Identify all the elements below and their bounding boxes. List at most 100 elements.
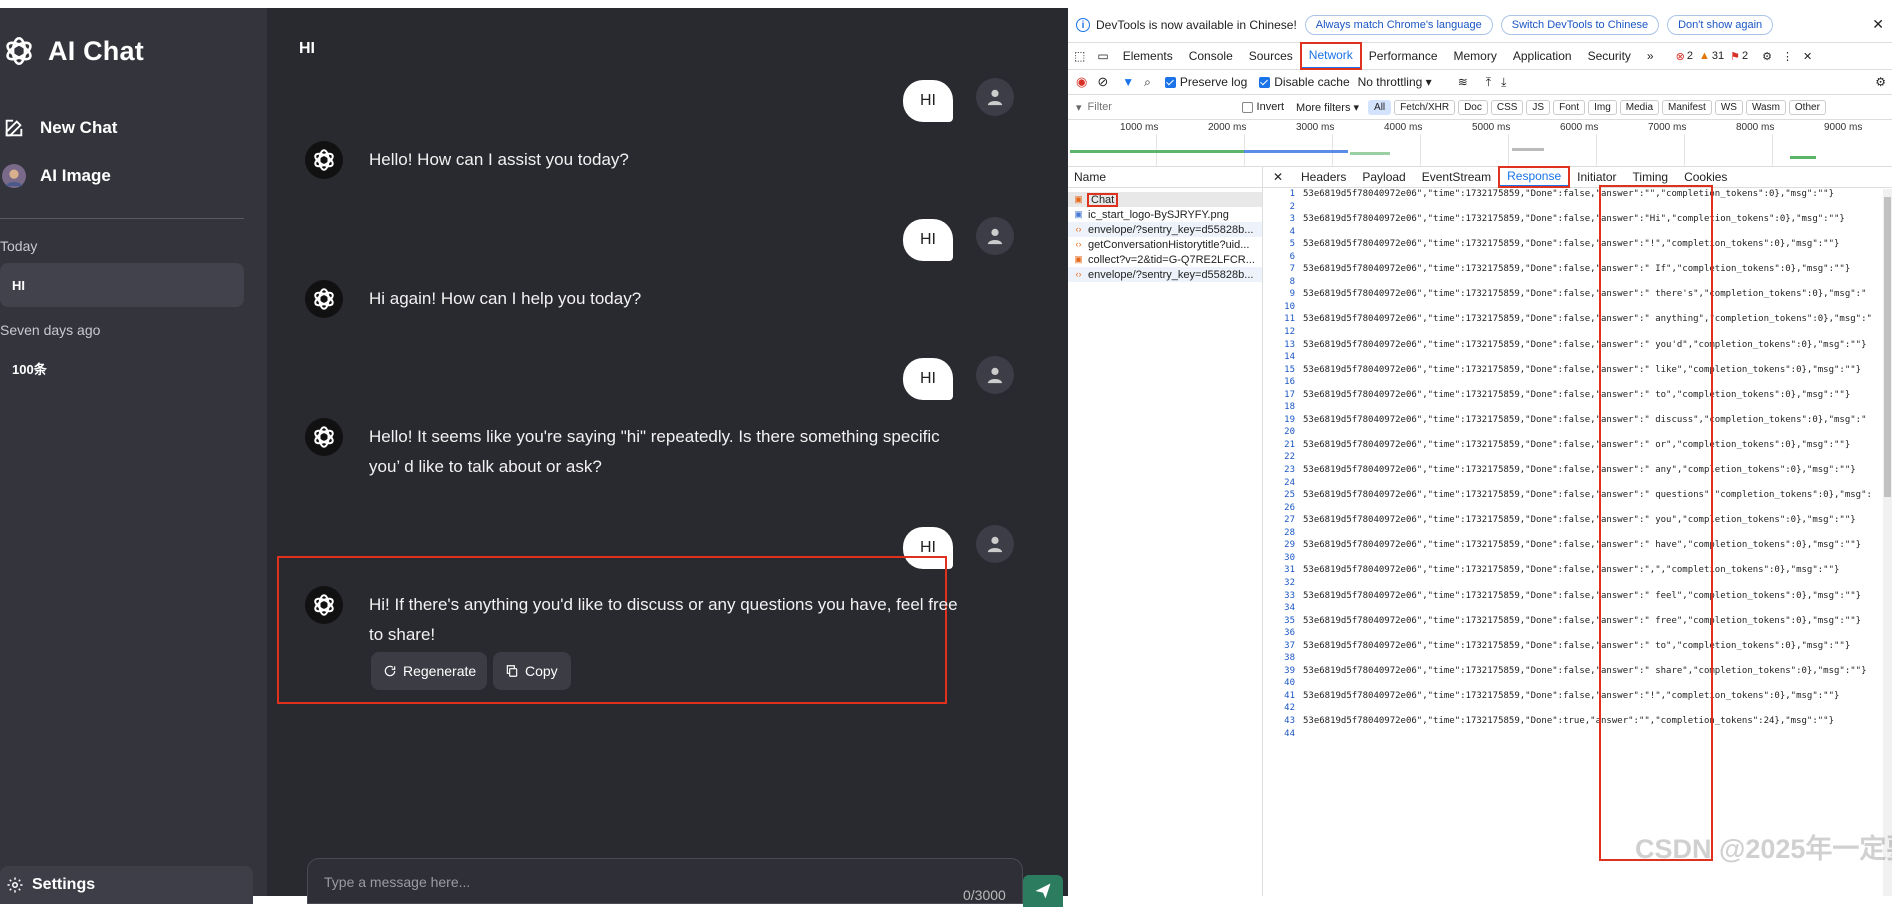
upload-icon[interactable]: ⤒	[1486, 75, 1491, 90]
copy-label: Copy	[525, 663, 558, 679]
close-devtools-icon[interactable]: ✕	[1803, 50, 1812, 63]
bot-avatar-icon	[305, 141, 343, 179]
issue-count: 2	[1741, 50, 1749, 62]
code-line: 32	[1263, 578, 1878, 591]
filter-font[interactable]: Font	[1553, 99, 1586, 115]
history-item-hi[interactable]: HI	[0, 263, 244, 307]
filter-funnel-icon[interactable]: ▼	[1122, 75, 1134, 89]
tab-security[interactable]: Security	[1580, 43, 1639, 69]
filter-css[interactable]: CSS	[1490, 99, 1524, 115]
filter-manifest[interactable]: Manifest	[1662, 99, 1712, 115]
tab-memory[interactable]: Memory	[1446, 43, 1505, 69]
scrollbar-thumb[interactable]	[1884, 197, 1891, 497]
line-text: 53e6819d5f78040972e06","time":1732175859…	[1303, 289, 1867, 300]
tab-initiator[interactable]: Initiator	[1569, 167, 1624, 187]
line-number: 36	[1284, 628, 1295, 639]
code-line: 39 53e6819d5f78040972e06","time":17321758…	[1263, 666, 1878, 679]
line-number: 31	[1284, 565, 1295, 576]
regenerate-button[interactable]: Regenerate	[371, 652, 487, 690]
tab-sources[interactable]: Sources	[1241, 43, 1301, 69]
kebab-menu-icon[interactable]: ⋮	[1782, 50, 1793, 63]
line-number: 32	[1284, 577, 1295, 588]
settings-button[interactable]: Settings	[0, 866, 253, 904]
filter-ws[interactable]: WS	[1714, 99, 1743, 115]
filter-fetch-xhr[interactable]: Fetch/XHR	[1394, 99, 1456, 115]
tab-response[interactable]: Response	[1498, 166, 1571, 188]
more-filters-dropdown[interactable]: More filters ▾	[1296, 101, 1359, 114]
search-icon[interactable]: ⌕	[1144, 75, 1151, 90]
message-input[interactable]	[322, 873, 886, 891]
code-line: 36	[1263, 628, 1878, 641]
line-number: 12	[1284, 327, 1295, 338]
app-logo[interactable]: AI Chat	[2, 34, 144, 68]
request-row[interactable]: ▣ ic_start_logo-BySJRYFY.png	[1068, 207, 1262, 222]
device-toggle-icon[interactable]: ▭	[1091, 43, 1114, 69]
request-row[interactable]: ‹› envelope/?sentry_key=d55828b...	[1068, 222, 1262, 237]
top-strip	[0, 0, 1068, 8]
more-tabs-icon[interactable]: »	[1639, 43, 1662, 69]
inspect-icon[interactable]: ⬚	[1068, 43, 1091, 69]
issue-counts[interactable]: ⊗ 2 ▲ 31 ⚑ 2	[1676, 50, 1748, 63]
tab-elements[interactable]: Elements	[1115, 43, 1181, 69]
throttling-select[interactable]: No throttling ▾	[1358, 75, 1432, 89]
user-avatar-icon	[976, 78, 1014, 116]
network-settings-icon[interactable]: ⚙	[1875, 75, 1886, 89]
code-line: 21 53e6819d5f78040972e06","time":17321758…	[1263, 440, 1878, 453]
preserve-log-checkbox[interactable]: Preserve log	[1164, 75, 1247, 89]
wifi-icon[interactable]: ≋	[1458, 75, 1468, 89]
filter-js[interactable]: JS	[1526, 99, 1551, 115]
disable-cache-checkbox[interactable]: Disable cache	[1259, 75, 1350, 89]
record-icon[interactable]: ◉	[1076, 74, 1087, 90]
new-chat-button[interactable]: New Chat	[2, 116, 117, 140]
tab-application[interactable]: Application	[1505, 43, 1580, 69]
tab-eventstream[interactable]: EventStream	[1414, 167, 1499, 187]
request-row[interactable]: ▣ collect?v=2&tid=G-Q7RE2LFCR...	[1068, 252, 1262, 267]
name-column-header[interactable]: Name	[1068, 167, 1262, 188]
copy-icon	[505, 664, 519, 678]
tab-payload[interactable]: Payload	[1354, 167, 1413, 187]
network-timeline[interactable]: 1000 ms 2000 ms 3000 ms 4000 ms 5000 ms …	[1068, 120, 1892, 167]
history-item-100[interactable]: 100条	[0, 346, 244, 390]
code-line: 41 53e6819d5f78040972e06","time":17321758…	[1263, 691, 1878, 704]
code-line: 5 53e6819d5f78040972e06","time":173217585…	[1263, 239, 1878, 252]
openai-logo-icon	[6, 36, 32, 66]
line-text: 53e6819d5f78040972e06","time":1732175859…	[1303, 615, 1862, 626]
line-number: 44	[1284, 728, 1295, 739]
line-number: 37	[1284, 640, 1295, 651]
section-today: Today	[0, 238, 38, 254]
request-row[interactable]: ▣ Chat	[1068, 192, 1262, 207]
request-row[interactable]: ‹› envelope/?sentry_key=d55828b...	[1068, 267, 1262, 282]
copy-button[interactable]: Copy	[493, 652, 571, 690]
filter-all[interactable]: All	[1368, 99, 1392, 115]
tab-console[interactable]: Console	[1181, 43, 1241, 69]
filter-wasm[interactable]: Wasm	[1745, 99, 1786, 115]
close-detail-icon[interactable]: ✕	[1263, 170, 1293, 184]
filter-img[interactable]: Img	[1588, 99, 1617, 115]
tab-headers[interactable]: Headers	[1293, 167, 1354, 187]
settings-gear-icon[interactable]: ⚙	[1762, 50, 1772, 63]
filter-input[interactable]	[1085, 100, 1240, 114]
tab-performance[interactable]: Performance	[1361, 43, 1446, 69]
request-row[interactable]: ‹› getConversationHistorytitle?uid...	[1068, 237, 1262, 252]
filter-other[interactable]: Other	[1788, 99, 1826, 115]
filter-media[interactable]: Media	[1619, 99, 1660, 115]
dont-show-button[interactable]: Don't show again	[1667, 15, 1774, 35]
line-number: 11	[1284, 314, 1295, 325]
match-language-button[interactable]: Always match Chrome's language	[1304, 15, 1493, 35]
clear-icon[interactable]: ⊘	[1097, 74, 1108, 90]
line-number: 23	[1284, 465, 1295, 476]
response-scrollbar[interactable]	[1883, 189, 1892, 896]
download-icon[interactable]: ⤓	[1501, 75, 1506, 90]
filter-doc[interactable]: Doc	[1458, 99, 1488, 115]
tab-timing[interactable]: Timing	[1625, 167, 1677, 187]
close-icon[interactable]: ✕	[1872, 16, 1884, 33]
response-body[interactable]: 1 53e6819d5f78040972e06","time":173217585…	[1263, 189, 1878, 896]
tab-cookies[interactable]: Cookies	[1676, 167, 1735, 187]
ai-image-button[interactable]: AI Image	[2, 164, 111, 188]
invert-checkbox[interactable]: Invert	[1241, 101, 1284, 113]
send-button[interactable]	[1023, 875, 1063, 907]
code-line: 17 53e6819d5f78040972e06","time":17321758…	[1263, 390, 1878, 403]
timeline-tick: 9000 ms	[1824, 122, 1863, 133]
tab-network[interactable]: Network	[1299, 42, 1362, 70]
switch-chinese-button[interactable]: Switch DevTools to Chinese	[1500, 15, 1660, 35]
